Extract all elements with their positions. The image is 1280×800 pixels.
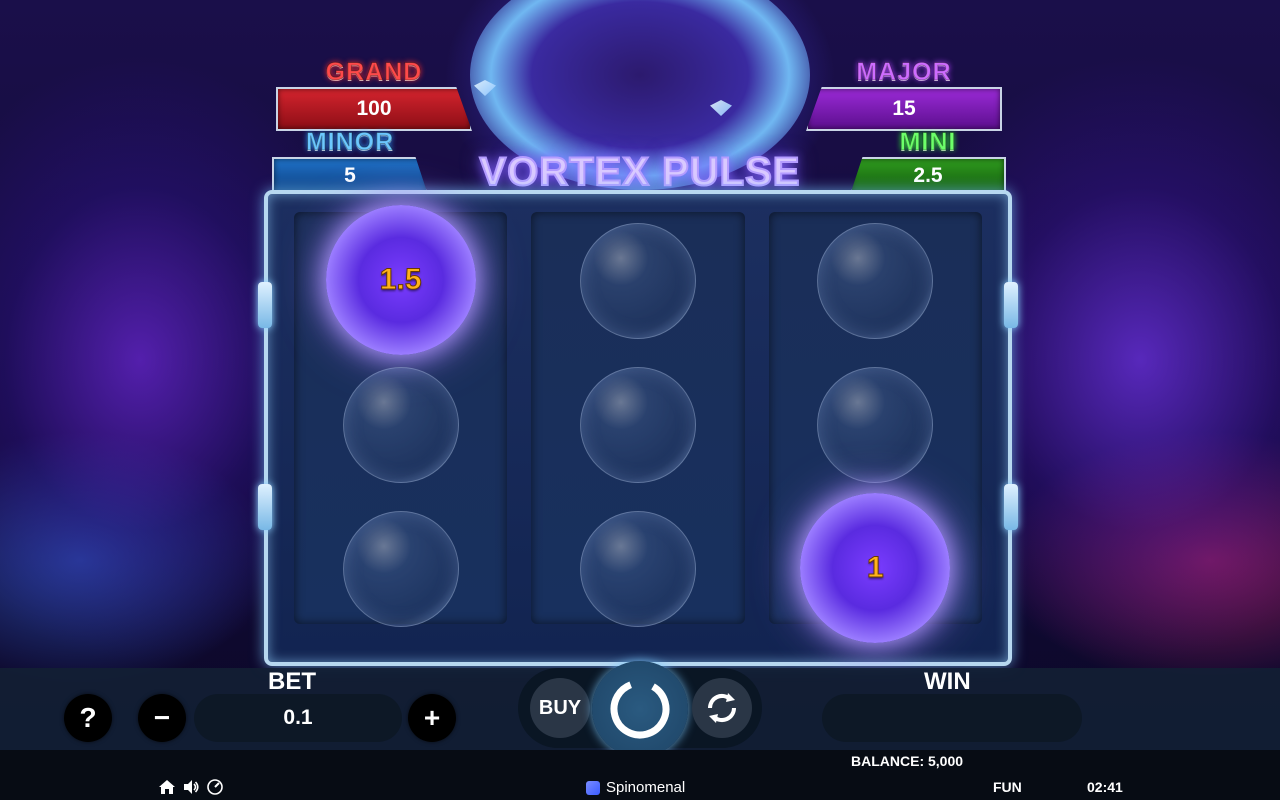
- spinomenal-logo-icon: [586, 780, 600, 795]
- jackpot-mini-label: MINI: [899, 128, 957, 157]
- autoplay-button[interactable]: [692, 678, 752, 738]
- empty-bubble-symbol: [342, 367, 459, 483]
- frame-clip: [258, 484, 272, 530]
- reel-2: [531, 212, 745, 627]
- jackpot-major-label: MAJOR: [856, 58, 952, 87]
- status-bar: BALANCE: 5,000 Spinomenal FUN 02:41: [0, 750, 1280, 800]
- jackpot-grand-label: GRAND: [325, 58, 423, 87]
- jackpot-minor: MINOR 5: [272, 128, 428, 195]
- reel-1: 1.5: [294, 205, 508, 627]
- game-logo: VORTEX PULSE: [479, 149, 801, 195]
- jackpot-mini: MINI 2.5: [850, 128, 1006, 195]
- balance-display: BALANCE: 5,000: [851, 753, 964, 769]
- bet-label: BET: [268, 668, 316, 695]
- empty-bubble-symbol: [817, 367, 934, 483]
- frame-clip: [1004, 484, 1018, 530]
- home-icon[interactable]: [158, 778, 176, 796]
- plus-icon: +: [423, 702, 441, 733]
- question-icon: ?: [79, 702, 97, 733]
- provider-brand: Spinomenal: [586, 779, 685, 796]
- minus-icon: −: [153, 702, 171, 733]
- frame-clip: [1004, 282, 1018, 328]
- speed-icon[interactable]: [206, 778, 224, 796]
- empty-bubble-symbol: [817, 223, 934, 339]
- energy-orb-symbol: 1: [800, 493, 951, 643]
- jackpot-grand: GRAND 100: [276, 58, 472, 131]
- jackpot-major: MAJOR 15: [806, 58, 1002, 131]
- help-button[interactable]: ?: [64, 694, 112, 742]
- empty-bubble-symbol: [579, 223, 696, 339]
- empty-bubble-symbol: [342, 511, 459, 627]
- game-stage: GRAND 100 MAJOR 15 MINOR 5 MINI 2.5 VORT…: [0, 0, 1280, 800]
- reel-frame: 1.5 1: [258, 190, 1018, 666]
- buy-button[interactable]: BUY: [530, 678, 590, 738]
- bet-increase-button[interactable]: +: [408, 694, 456, 742]
- win-value-display: [822, 694, 1082, 742]
- jackpot-major-value: 15: [806, 87, 1002, 131]
- energy-orb-symbol: 1.5: [325, 205, 476, 355]
- jackpot-minor-label: MINOR: [305, 128, 395, 157]
- spin-icon: [610, 679, 670, 739]
- orb-value: 1.5: [379, 263, 422, 297]
- win-label: WIN: [924, 668, 971, 695]
- sound-icon[interactable]: [182, 778, 200, 796]
- bet-decrease-button[interactable]: −: [138, 694, 186, 742]
- jackpot-grand-value: 100: [276, 87, 472, 131]
- reel-3: 1: [768, 212, 982, 643]
- autoplay-icon: [707, 693, 737, 723]
- reel-grid: 1.5 1: [294, 205, 982, 643]
- orb-value: 1: [866, 551, 884, 585]
- bet-value-display: 0.1: [194, 694, 402, 742]
- provider-name: Spinomenal: [606, 779, 686, 796]
- spin-button[interactable]: [592, 661, 688, 757]
- mode-label: FUN: [993, 779, 1022, 795]
- frame-clip: [258, 282, 272, 328]
- empty-bubble-symbol: [579, 511, 696, 627]
- clock: 02:41: [1087, 779, 1123, 795]
- empty-bubble-symbol: [579, 367, 696, 483]
